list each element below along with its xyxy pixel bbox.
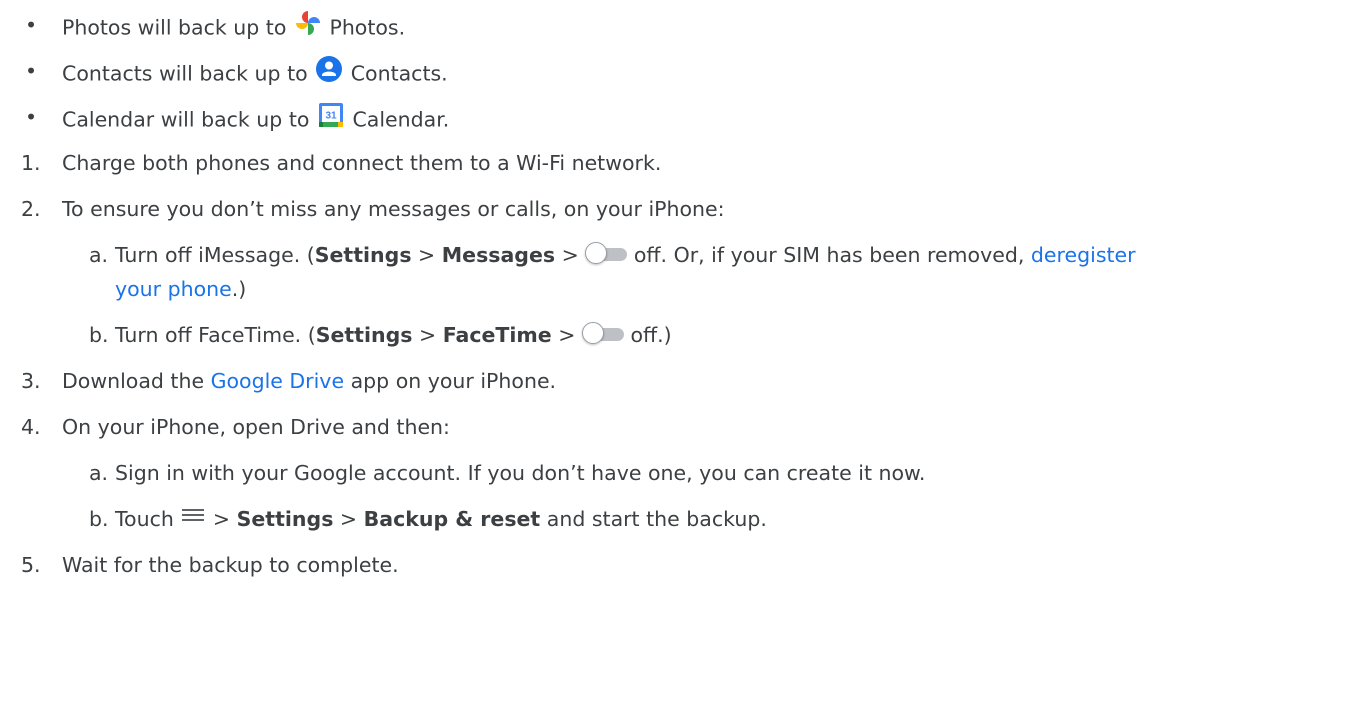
bullet-text-app: Contacts. bbox=[350, 61, 448, 86]
substep-letter: b. bbox=[89, 507, 109, 531]
substep-text: Turn off FaceTime. ( bbox=[115, 323, 316, 347]
google-contacts-icon bbox=[314, 55, 344, 90]
substep-letter: a. bbox=[89, 461, 109, 485]
substep-text: off.) bbox=[630, 323, 672, 347]
bullet-text: Photos will back up to bbox=[62, 15, 287, 40]
substep-text: off. Or, if your SIM has been removed, bbox=[633, 243, 1025, 267]
step-text: Charge both phones and connect them to a… bbox=[62, 151, 662, 175]
step-text: On your iPhone, open Drive and then: bbox=[62, 415, 450, 439]
separator: > bbox=[558, 323, 576, 347]
google-calendar-icon: 31 bbox=[316, 101, 346, 136]
bullet-marker: • bbox=[25, 105, 38, 129]
step-number: 1. bbox=[21, 151, 41, 175]
google-drive-link[interactable]: Google Drive bbox=[211, 369, 344, 393]
google-photos-icon bbox=[293, 9, 323, 44]
toggle-switch-icon bbox=[581, 322, 624, 346]
step-text: Wait for the backup to complete. bbox=[62, 553, 399, 577]
step-number: 4. bbox=[21, 415, 41, 439]
substep-text: and start the backup. bbox=[546, 507, 767, 531]
backup-reset-label: Backup & reset bbox=[363, 507, 541, 531]
bullet-text-app: Calendar. bbox=[352, 107, 450, 132]
step-text: To ensure you don’t miss any messages or… bbox=[62, 197, 725, 221]
separator: > bbox=[561, 243, 579, 267]
messages-label: Messages bbox=[441, 243, 556, 267]
toggle-switch-icon bbox=[585, 242, 628, 266]
deregister-link-continued[interactable]: your phone bbox=[115, 277, 232, 301]
separator: > bbox=[212, 507, 231, 531]
step-number: 3. bbox=[21, 369, 41, 393]
bullet-text: Calendar will back up to bbox=[62, 107, 310, 132]
facetime-label: FaceTime bbox=[442, 323, 552, 347]
bullet-marker: • bbox=[25, 59, 38, 83]
settings-label: Settings bbox=[314, 243, 412, 267]
step-number: 5. bbox=[21, 553, 41, 577]
deregister-link[interactable]: deregister bbox=[1031, 243, 1136, 267]
step-number: 2. bbox=[21, 197, 41, 221]
bullet-text-app: Photos. bbox=[329, 15, 406, 40]
calendar-icon-date: 31 bbox=[325, 111, 337, 122]
separator: > bbox=[419, 323, 437, 347]
instructions-page: • Photos will back up to Photos. • Conta… bbox=[0, 0, 1349, 720]
substep-text: Sign in with your Google account. If you… bbox=[115, 461, 926, 485]
separator: > bbox=[339, 507, 358, 531]
substep-text: Turn off iMessage. ( bbox=[115, 243, 315, 267]
substep-text: Touch bbox=[115, 507, 174, 531]
substep-letter: a. bbox=[89, 243, 109, 267]
separator: > bbox=[418, 243, 436, 267]
bullet-marker: • bbox=[25, 13, 38, 37]
substep-text: .) bbox=[231, 277, 247, 301]
menu-icon bbox=[180, 504, 206, 532]
bullet-text: Contacts will back up to bbox=[62, 61, 308, 86]
settings-label: Settings bbox=[315, 323, 413, 347]
settings-label: Settings bbox=[236, 507, 334, 531]
substep-letter: b. bbox=[89, 323, 109, 347]
step-text: Download the bbox=[62, 369, 205, 393]
step-text: app on your iPhone. bbox=[350, 369, 557, 393]
